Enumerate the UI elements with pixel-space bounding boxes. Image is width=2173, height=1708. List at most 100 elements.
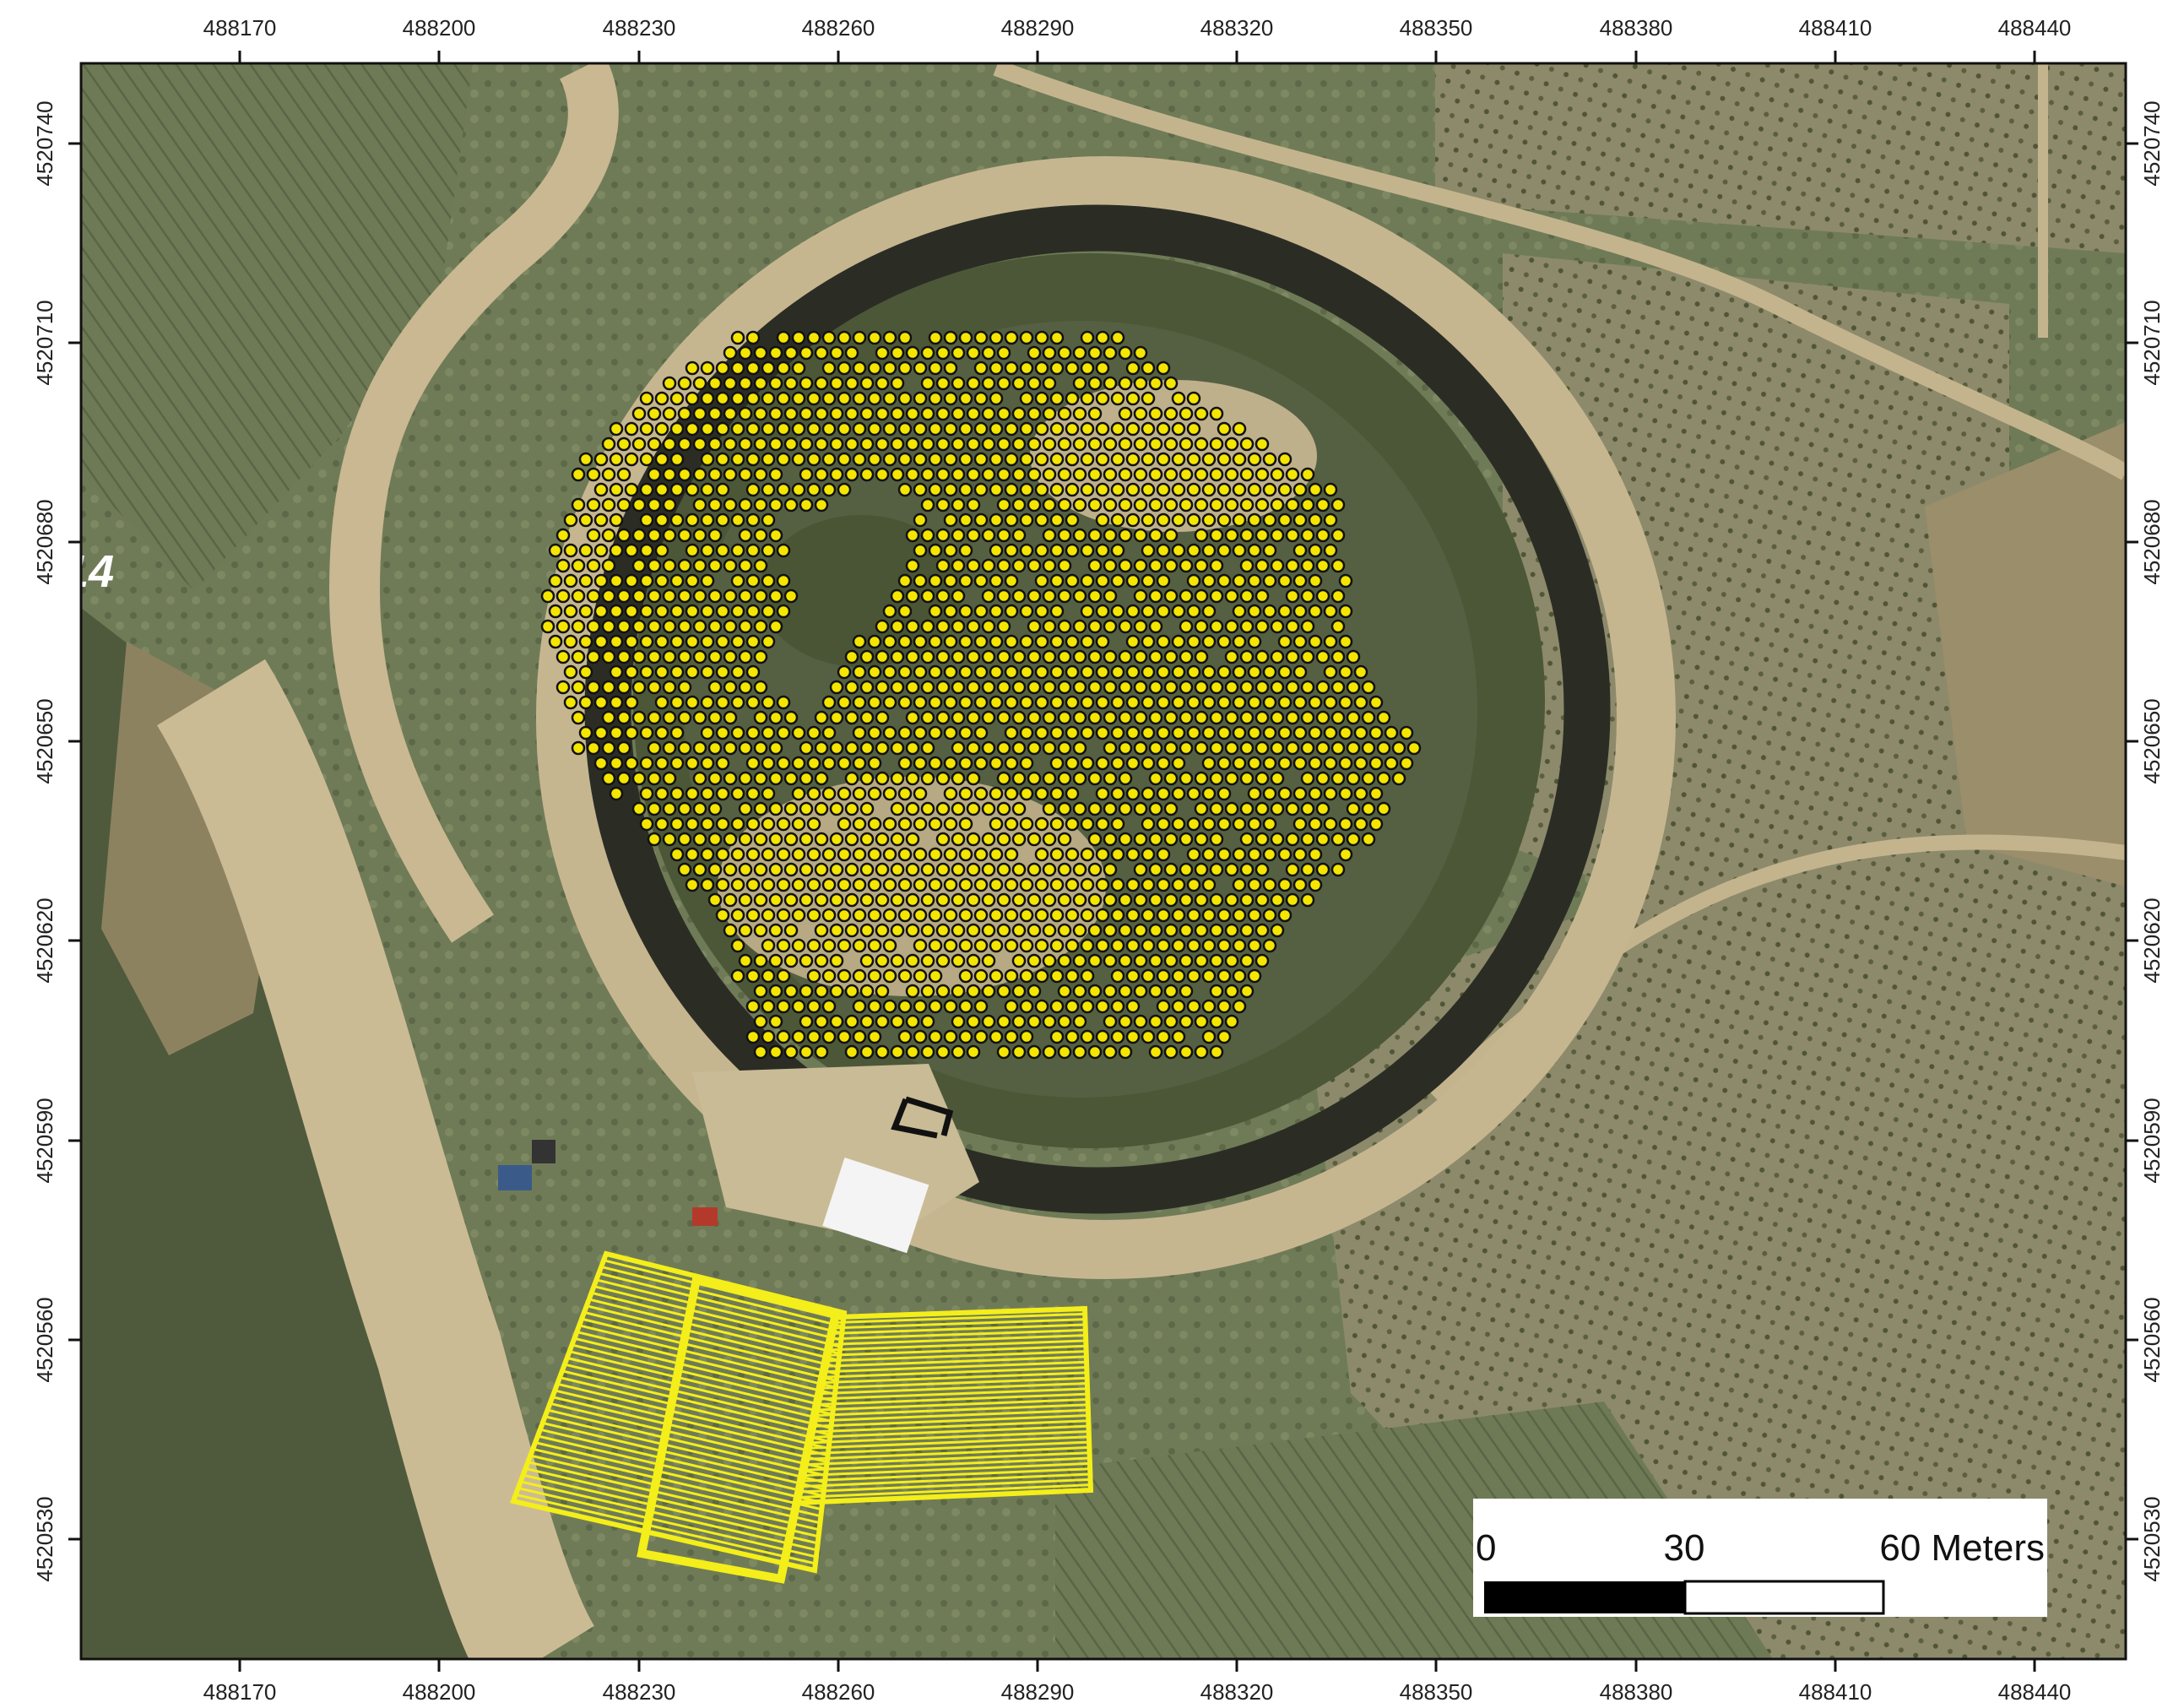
survey-point [1141, 695, 1156, 710]
survey-point [837, 908, 852, 923]
survey-point [1118, 953, 1133, 968]
survey-point [890, 436, 905, 452]
survey-point [905, 619, 920, 634]
survey-point [1080, 1029, 1095, 1044]
survey-point [700, 725, 715, 740]
survey-point [768, 801, 783, 816]
survey-point [685, 634, 700, 649]
survey-point [1323, 604, 1338, 619]
survey-point [1186, 968, 1201, 984]
survey-point [1133, 680, 1148, 695]
survey-point [867, 664, 882, 680]
survey-point [890, 1044, 905, 1060]
survey-point [631, 588, 647, 604]
survey-point [761, 1029, 776, 1044]
survey-point [837, 421, 852, 436]
survey-point [913, 695, 928, 710]
survey-point [1118, 1014, 1133, 1029]
survey-point [1239, 801, 1254, 816]
survey-point [1095, 361, 1110, 376]
survey-point [1262, 512, 1277, 528]
survey-point [707, 406, 723, 421]
survey-point [935, 528, 951, 543]
survey-point [1262, 756, 1277, 771]
survey-point [761, 391, 776, 406]
survey-point [1300, 801, 1315, 816]
survey-point [677, 588, 692, 604]
survey-point [654, 664, 669, 680]
x-tick-label: 488350 [1400, 1679, 1473, 1705]
survey-point [1224, 801, 1239, 816]
survey-point [935, 467, 951, 482]
survey-point [685, 512, 700, 528]
survey-point [1027, 710, 1042, 725]
survey-point [913, 391, 928, 406]
survey-point [1292, 877, 1308, 892]
survey-point [1065, 391, 1080, 406]
survey-point [1247, 482, 1262, 497]
survey-point [867, 786, 882, 801]
survey-point [821, 938, 837, 953]
survey-point [1323, 695, 1338, 710]
survey-point [1103, 558, 1118, 573]
survey-point [593, 512, 609, 528]
survey-point [1080, 877, 1095, 892]
survey-point [1201, 968, 1217, 984]
survey-point [1118, 740, 1133, 756]
survey-point [1019, 604, 1034, 619]
survey-point [1262, 816, 1277, 832]
survey-point [1118, 892, 1133, 908]
survey-point [951, 923, 966, 938]
survey-point [890, 406, 905, 421]
survey-point [1072, 1044, 1087, 1060]
survey-point [593, 543, 609, 558]
survey-point [1315, 740, 1330, 756]
survey-point [1247, 938, 1262, 953]
survey-point [1163, 558, 1179, 573]
survey-point [814, 771, 829, 786]
x-tick-label: 488410 [1799, 1679, 1872, 1705]
survey-point [905, 832, 920, 847]
survey-point [1049, 361, 1065, 376]
survey-point [1080, 968, 1095, 984]
survey-point [867, 999, 882, 1014]
survey-point [867, 695, 882, 710]
survey-point [890, 649, 905, 664]
survey-point [662, 619, 677, 634]
survey-point [707, 680, 723, 695]
survey-point [875, 771, 890, 786]
survey-point [1156, 361, 1171, 376]
survey-point [791, 908, 806, 923]
survey-point [700, 482, 715, 497]
x-tick-label: 488380 [1600, 1679, 1673, 1705]
survey-point [1133, 497, 1148, 512]
survey-point [1087, 528, 1103, 543]
survey-point [1148, 892, 1163, 908]
survey-point [639, 786, 654, 801]
survey-point [1270, 680, 1285, 695]
survey-point [1049, 1029, 1065, 1044]
survey-point [783, 436, 799, 452]
survey-point [669, 756, 685, 771]
survey-point [776, 604, 791, 619]
survey-point [1027, 436, 1042, 452]
survey-point [616, 710, 631, 725]
survey-point [609, 482, 624, 497]
survey-point [1163, 1014, 1179, 1029]
survey-point [1080, 543, 1095, 558]
survey-point [1133, 436, 1148, 452]
survey-point [730, 664, 745, 680]
survey-point [692, 832, 707, 847]
survey-point [1194, 649, 1209, 664]
survey-point [685, 816, 700, 832]
survey-point [1285, 558, 1300, 573]
survey-point [905, 923, 920, 938]
survey-point [981, 892, 996, 908]
survey-point [1110, 421, 1125, 436]
survey-point [1065, 816, 1080, 832]
survey-point [1103, 619, 1118, 634]
survey-point [1209, 984, 1224, 999]
survey-point [913, 543, 928, 558]
survey-point [1103, 588, 1118, 604]
survey-point [1049, 786, 1065, 801]
